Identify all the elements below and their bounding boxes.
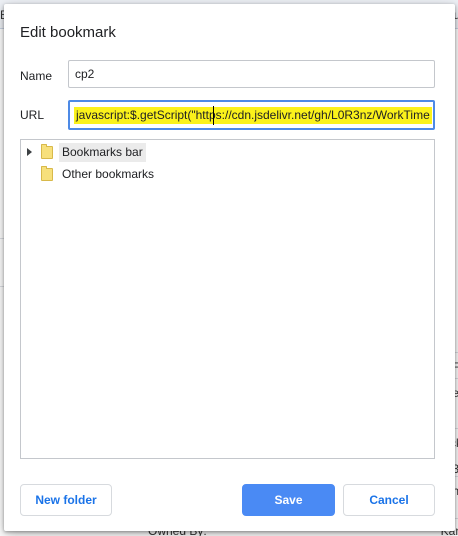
save-button[interactable]: Save bbox=[242, 484, 335, 516]
url-label: URL bbox=[20, 108, 45, 122]
edit-bookmark-dialog: Edit bookmark Name URL javascript:$.getS… bbox=[4, 4, 455, 531]
folder-tree-item-bookmarks-bar[interactable]: Bookmarks bar bbox=[21, 142, 434, 164]
name-input[interactable] bbox=[68, 60, 435, 88]
text-caret bbox=[213, 106, 214, 125]
url-value-selected: javascript:$.getScript("https://cdn.jsde… bbox=[74, 107, 432, 124]
folder-icon bbox=[41, 144, 53, 159]
folder-tree-item-label: Other bookmarks bbox=[62, 167, 155, 181]
expand-arrow-icon[interactable] bbox=[27, 148, 32, 156]
url-input[interactable]: javascript:$.getScript("https://cdn.jsde… bbox=[68, 100, 435, 130]
page: su E F e ck 3 h Owned By: Kan Edit bookm… bbox=[0, 0, 458, 536]
name-label: Name bbox=[20, 69, 53, 83]
new-folder-button[interactable]: New folder bbox=[20, 484, 112, 516]
folder-icon bbox=[41, 166, 53, 181]
dialog-title: Edit bookmark bbox=[20, 24, 116, 41]
cancel-button[interactable]: Cancel bbox=[343, 484, 435, 516]
folder-tree-item-label: Bookmarks bar bbox=[59, 143, 146, 162]
folder-tree-item-other-bookmarks[interactable]: Other bookmarks bbox=[21, 164, 434, 186]
folder-tree[interactable]: Bookmarks bar Other bookmarks bbox=[20, 139, 435, 459]
